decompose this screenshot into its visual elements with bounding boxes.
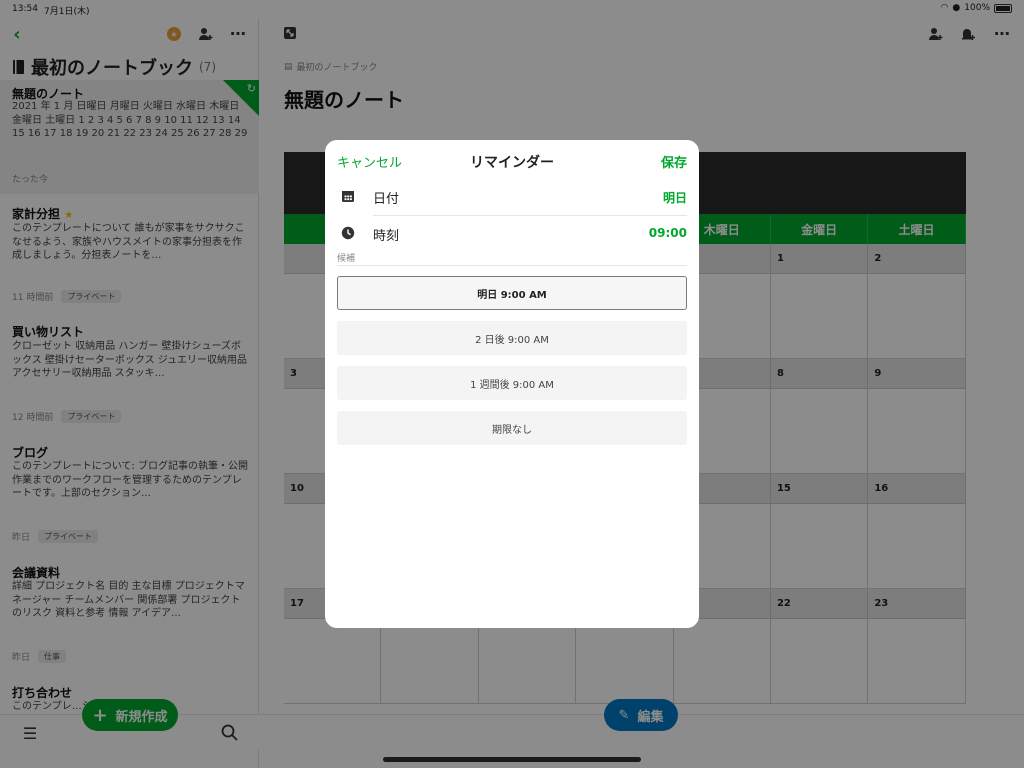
save-button[interactable]: 保存 xyxy=(661,152,687,171)
reminder-dialog: リマインダー キャンセル 保存 日付 明日 時刻 09:00 候補 明日 9:0… xyxy=(325,140,699,628)
date-value[interactable]: 明日 xyxy=(663,189,687,206)
time-value[interactable]: 09:00 xyxy=(649,226,687,240)
time-label: 時刻 xyxy=(373,229,400,244)
time-row[interactable]: 時刻 09:00 xyxy=(325,216,699,252)
divider xyxy=(337,265,687,266)
date-label: 日付 xyxy=(373,192,400,207)
suggestion-option-tomorrow[interactable]: 明日 9:00 AM xyxy=(337,276,687,310)
suggestion-option-2days[interactable]: 2 日後 9:00 AM xyxy=(337,321,687,355)
calendar-icon xyxy=(342,191,354,202)
suggestion-option-1week[interactable]: 1 週間後 9:00 AM xyxy=(337,366,687,400)
clock-icon xyxy=(341,226,355,240)
date-row[interactable]: 日付 明日 xyxy=(325,179,699,215)
home-indicator[interactable] xyxy=(383,757,641,762)
suggestion-option-no-due[interactable]: 期限なし xyxy=(337,411,687,445)
suggestions-label: 候補 xyxy=(337,254,356,264)
cancel-button[interactable]: キャンセル xyxy=(337,152,402,171)
